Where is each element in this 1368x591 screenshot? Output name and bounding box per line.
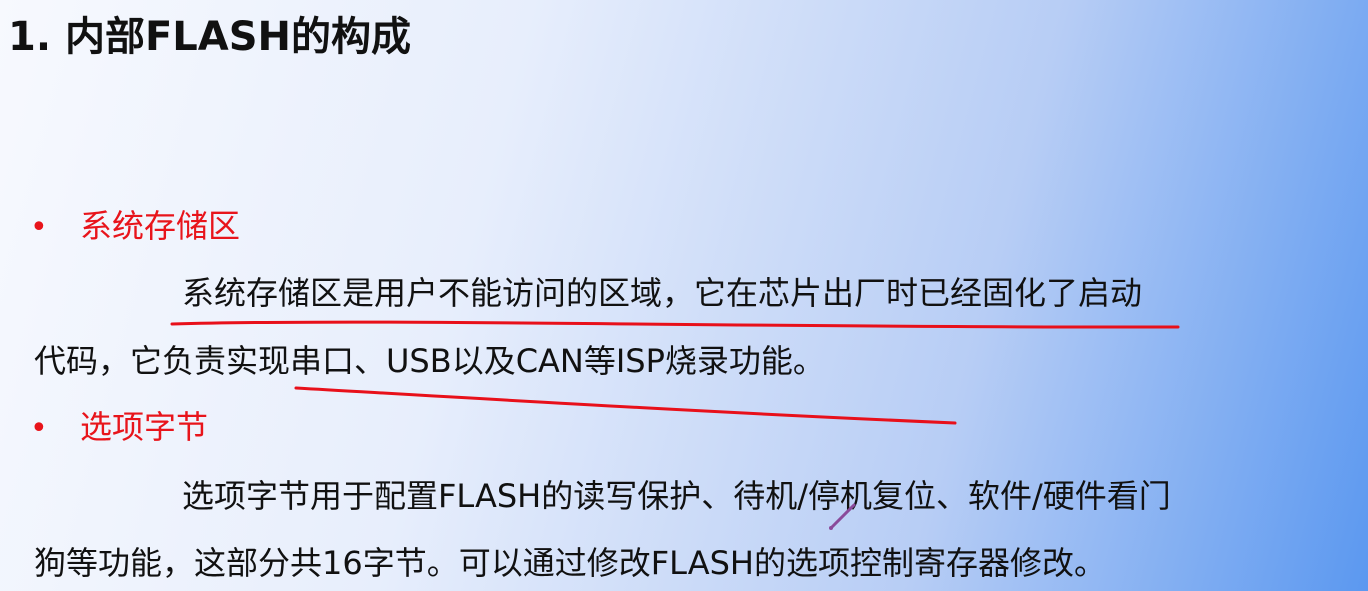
underline-annotation-1: [170, 320, 1180, 329]
paragraph-line: 狗等功能，这部分共16字节。可以通过修改FLASH的选项控制寄存器修改。: [34, 544, 1106, 582]
paragraph-line: 选项字节用于配置FLASH的读写保护、待机/停机复位、软件/硬件看门: [182, 477, 1171, 515]
underline-annotation-2: [294, 386, 957, 425]
section-heading-option-bytes: 选项字节: [80, 408, 209, 446]
page-title: 1. 内部FLASH的构成: [8, 14, 412, 60]
bullet-dot: •: [30, 411, 48, 446]
bullet-system-storage: • 系统存储区: [30, 206, 240, 248]
section-heading-system-storage: 系统存储区: [80, 207, 241, 245]
paragraph-line: 代码，它负责实现串口、USB以及CAN等ISP烧录功能。: [34, 342, 825, 380]
paragraph-line: 系统存储区是用户不能访问的区域，它在芯片出厂时已经固化了启动: [182, 274, 1143, 312]
bullet-dot: •: [30, 210, 48, 245]
bullet-option-bytes: • 选项字节: [30, 407, 208, 449]
